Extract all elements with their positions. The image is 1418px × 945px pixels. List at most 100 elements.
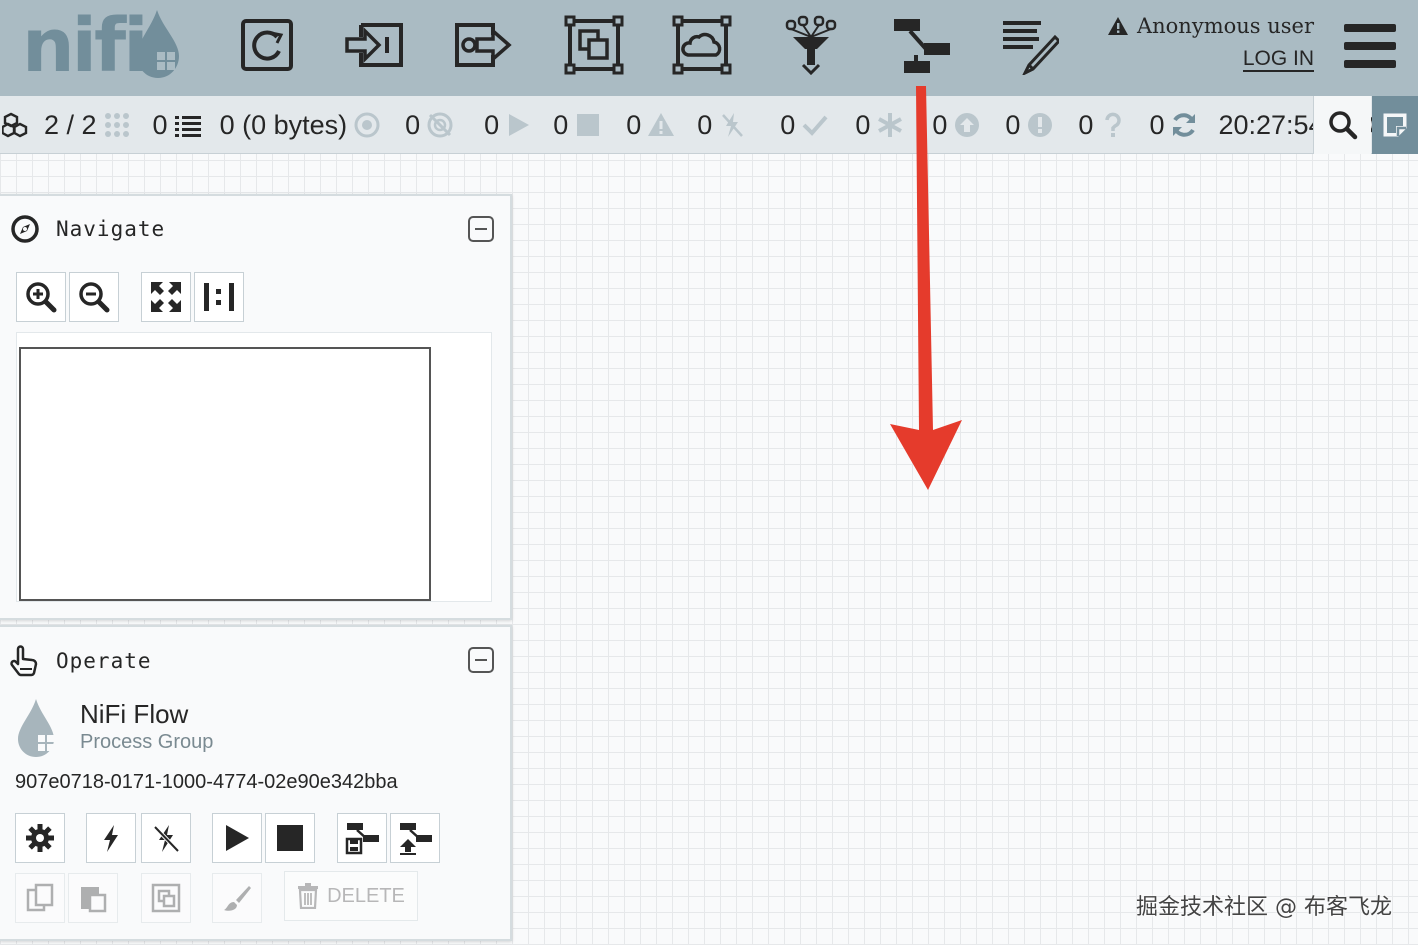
cubes-icon (2, 112, 28, 138)
actual-size-button[interactable] (194, 272, 244, 322)
create-template-button[interactable] (337, 813, 387, 863)
process-group-icon (564, 15, 624, 75)
navigate-collapse-button[interactable] (468, 216, 494, 242)
processor-button[interactable] (236, 14, 298, 76)
exclamation-circle-icon (1028, 113, 1053, 137)
arrow-circle-up-icon (955, 113, 980, 137)
trash-icon (298, 883, 319, 909)
template-button[interactable] (889, 14, 951, 76)
header-bar: nifi Anonymous user LOG IN (0, 0, 1418, 96)
selected-group-name: NiFi Flow (80, 699, 189, 729)
delete-button[interactable]: DELETE (284, 871, 418, 921)
play-icon (509, 114, 530, 136)
cluster-stat: 2 / 2 (2, 110, 131, 141)
queued-size-stat: 0 (0 bytes) (220, 110, 382, 141)
funnel-icon (785, 15, 837, 75)
transmitting-icon (354, 112, 380, 138)
threads-grid-icon (104, 113, 129, 137)
label-button[interactable] (998, 14, 1060, 76)
stopped-stat: 0 (553, 110, 602, 141)
stale-stat: 0 (932, 110, 981, 141)
stop-button-icon (277, 825, 303, 851)
disabled-stat: 0 (697, 110, 746, 141)
navigate-palette: Navigate (0, 194, 512, 620)
bolt-icon (104, 825, 118, 852)
save-template-icon (345, 823, 379, 855)
sticky-note-icon (1383, 113, 1407, 137)
enable-button[interactable] (86, 813, 136, 863)
input-port-button[interactable] (344, 14, 406, 76)
invalid-stat: 0 (626, 110, 675, 141)
template-icon (894, 19, 950, 73)
upload-template-icon (400, 823, 432, 855)
invalid-warning-icon (648, 113, 675, 136)
asterisk-icon (878, 113, 903, 137)
fit-to-screen-button[interactable] (141, 272, 191, 322)
queued-stat: 0 (153, 110, 202, 141)
zoom-out-icon (79, 282, 110, 313)
copy-icon (26, 883, 54, 912)
not-transmitting-icon (427, 112, 453, 138)
configure-button[interactable] (15, 813, 65, 863)
remote-process-group-button[interactable] (671, 14, 733, 76)
birdseye-viewport[interactable] (19, 347, 431, 601)
active-threads-value: 2 / 2 (44, 109, 97, 140)
operate-title: Operate (56, 649, 152, 673)
refresh-button[interactable] (1170, 111, 1198, 139)
flow-status-bar: 2 / 2 0 0 (0 bytes) 0 0 0 0 0 0 0 0 0 0 … (0, 96, 1418, 154)
up-to-date-stat: 0 (780, 110, 829, 141)
play-button-icon (226, 825, 249, 851)
stop-button[interactable] (265, 813, 315, 863)
input-port-icon (345, 23, 403, 67)
selected-group-id: 907e0718-0171-1000-4774-02e90e342bba (15, 771, 398, 793)
output-port-button[interactable] (452, 14, 514, 76)
gear-icon (26, 824, 54, 852)
search-button[interactable] (1313, 96, 1371, 154)
running-stat: 0 (484, 110, 533, 141)
paste-button[interactable] (68, 873, 118, 923)
bolt-slash-icon (153, 825, 180, 853)
change-color-button[interactable] (212, 873, 262, 923)
operate-palette: Operate NiFi Flow Process Group 907e0718… (0, 625, 512, 941)
copy-button[interactable] (15, 873, 65, 923)
login-link[interactable]: LOG IN (1242, 48, 1314, 72)
bulletin-board-button[interactable] (1372, 96, 1418, 154)
process-group-button[interactable] (563, 14, 625, 76)
question-icon (1105, 112, 1122, 137)
operate-collapse-button[interactable] (468, 647, 494, 673)
search-icon (1328, 111, 1357, 140)
processor-icon (241, 19, 293, 71)
birdseye-view[interactable] (16, 332, 492, 602)
disable-button[interactable] (141, 813, 191, 863)
stop-icon (577, 114, 600, 136)
current-user-name: Anonymous user (1136, 14, 1314, 38)
zoom-out-button[interactable] (69, 272, 119, 322)
transmitting-stat: 0 (405, 110, 454, 141)
user-area: Anonymous user LOG IN (1107, 14, 1314, 72)
zoom-in-button[interactable] (16, 272, 66, 322)
refresh-icon (1173, 113, 1196, 137)
start-button[interactable] (212, 813, 262, 863)
global-menu-button[interactable] (1344, 24, 1396, 68)
process-group-drop-icon (18, 699, 54, 757)
nifi-drop-icon (137, 10, 179, 78)
check-icon (802, 115, 828, 136)
modified-stale-stat: 0 (1005, 110, 1054, 141)
funnel-button[interactable] (780, 14, 842, 76)
group-button[interactable] (141, 873, 191, 923)
warning-icon (1107, 17, 1128, 35)
zoom-in-icon (26, 282, 57, 313)
remote-process-group-icon (672, 15, 732, 75)
label-icon (1003, 21, 1059, 75)
sync-failure-stat: 0 (1078, 110, 1127, 141)
locally-modified-stat: 0 (855, 110, 904, 141)
hamburger-icon (1344, 24, 1396, 32)
hand-pointer-icon (10, 645, 38, 677)
refresh-stat: 0 (1149, 110, 1198, 141)
compass-icon (11, 215, 39, 243)
output-port-icon (455, 23, 512, 67)
nifi-logo: nifi (22, 3, 149, 89)
disabled-bolt-icon (722, 113, 744, 137)
upload-template-button[interactable] (390, 813, 440, 863)
paintbrush-icon (224, 886, 251, 911)
